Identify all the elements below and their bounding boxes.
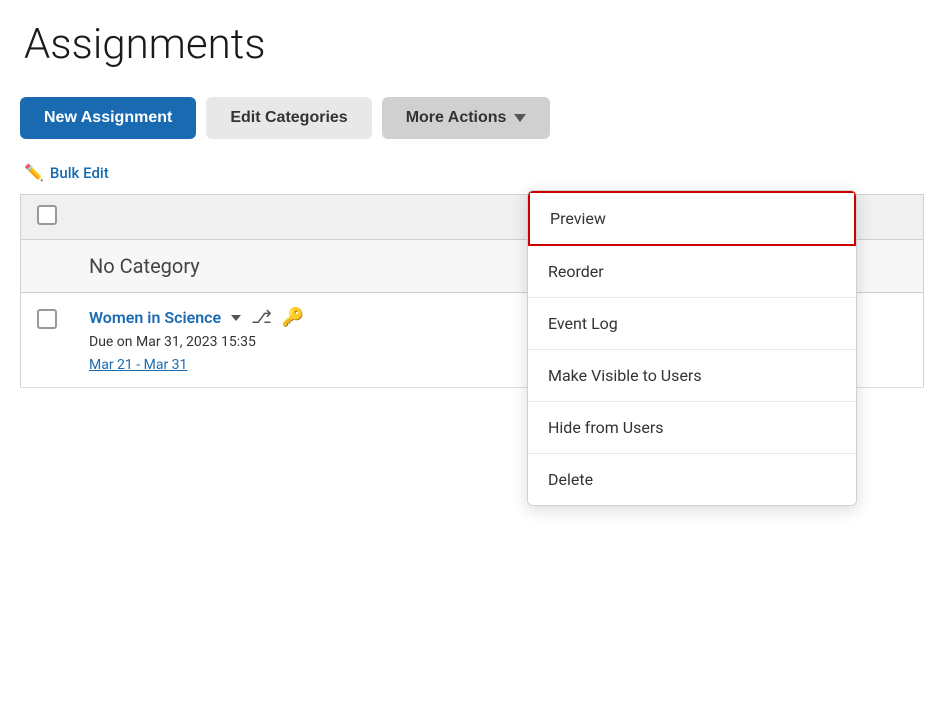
bulk-edit-row: ✏️ Bulk Edit (20, 163, 924, 182)
assignment-title-link[interactable]: Women in Science (89, 308, 221, 327)
dropdown-item-hide-label: Hide from Users (548, 418, 664, 437)
edit-icon: ✏️ (24, 163, 44, 182)
page-title: Assignments (20, 20, 924, 69)
category-label: No Category (89, 254, 200, 278)
dropdown-item-reorder[interactable]: Reorder (528, 246, 856, 298)
dropdown-item-reorder-label: Reorder (548, 262, 604, 281)
dropdown-item-delete-label: Delete (548, 470, 593, 489)
category-checkbox-cell (21, 240, 74, 293)
header-checkbox-col (21, 195, 74, 240)
toolbar: New Assignment Edit Categories More Acti… (20, 97, 924, 139)
key-icon: 🔑 (282, 307, 304, 328)
chevron-down-icon (514, 114, 526, 122)
edit-categories-button[interactable]: Edit Categories (206, 97, 371, 139)
dropdown-item-event-log-label: Event Log (548, 314, 618, 333)
more-actions-button[interactable]: More Actions (382, 97, 551, 139)
bulk-edit-label: Bulk Edit (50, 164, 109, 182)
more-actions-label: More Actions (406, 109, 507, 127)
dropdown-item-preview[interactable]: Preview (528, 191, 856, 246)
header-checkbox[interactable] (37, 205, 57, 225)
bulk-edit-link[interactable]: ✏️ Bulk Edit (24, 163, 109, 182)
assignment-dropdown-arrow[interactable] (231, 315, 241, 321)
dropdown-item-delete[interactable]: Delete (528, 454, 856, 505)
usb-icon: ⎇ (251, 307, 272, 328)
dropdown-item-hide[interactable]: Hide from Users (528, 402, 856, 454)
page-container: Assignments New Assignment Edit Categori… (0, 0, 944, 705)
assignment-date-range[interactable]: Mar 21 - Mar 31 (89, 357, 187, 373)
dropdown-item-event-log[interactable]: Event Log (528, 298, 856, 350)
dropdown-item-make-visible[interactable]: Make Visible to Users (528, 350, 856, 402)
assignment-checkbox-cell (21, 293, 74, 388)
new-assignment-button[interactable]: New Assignment (20, 97, 196, 139)
dropdown-item-make-visible-label: Make Visible to Users (548, 366, 702, 385)
dropdown-item-preview-label: Preview (550, 209, 606, 228)
more-actions-dropdown: Preview Reorder Event Log Make Visible t… (527, 190, 857, 506)
assignment-checkbox[interactable] (37, 309, 57, 329)
